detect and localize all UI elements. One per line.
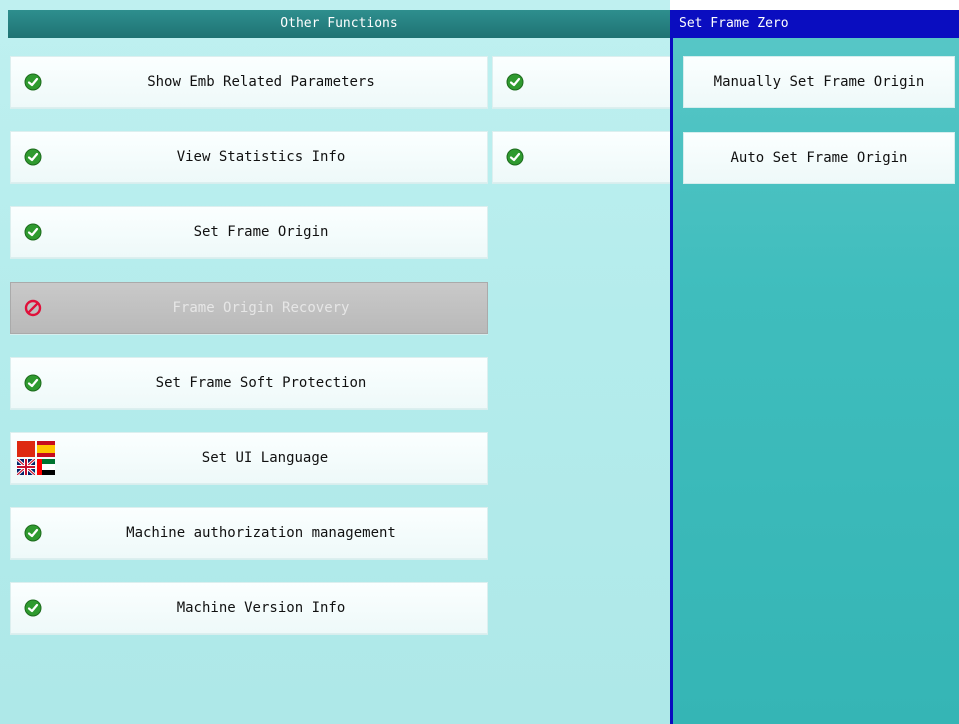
language-flags-icon [17,441,55,475]
panel-title: Set Frame Zero [673,10,959,38]
frame-origin-recovery-button[interactable]: Frame Origin Recovery [10,282,488,334]
button-label: Machine authorization management [126,525,396,541]
button-label: Set UI Language [201,450,329,466]
button-label: View Statistics Info [176,149,346,165]
machine-version-button[interactable]: Machine Version Info [10,582,488,634]
auto-set-frame-origin-button[interactable]: Auto Set Frame Origin [683,132,955,184]
check-icon [19,218,47,246]
second-column-button-1[interactable] [492,56,672,108]
panel-title: Other Functions [8,10,670,38]
machine-authorization-button[interactable]: Machine authorization management [10,507,488,559]
button-label: Set Frame Soft Protection [155,375,367,391]
check-icon [19,369,47,397]
second-column-button-2[interactable] [492,131,672,183]
check-icon [19,143,47,171]
check-icon [19,68,47,96]
prohibited-icon [19,294,47,322]
check-icon [19,519,47,547]
button-label: Show Emb Related Parameters [147,74,375,90]
set-ui-language-button[interactable]: Set UI Language [10,432,488,484]
set-frame-soft-protection-button[interactable]: Set Frame Soft Protection [10,357,488,409]
button-label: Auto Set Frame Origin [730,150,908,166]
check-icon [19,594,47,622]
button-label: Set Frame Origin [193,224,329,240]
show-emb-params-button[interactable]: Show Emb Related Parameters [10,56,488,108]
button-label: Machine Version Info [176,600,346,616]
button-label: Manually Set Frame Origin [713,74,925,90]
set-frame-origin-button[interactable]: Set Frame Origin [10,206,488,258]
check-icon [501,143,529,171]
other-functions-panel: Other Functions Show Emb Related Paramet… [0,0,672,724]
manually-set-frame-origin-button[interactable]: Manually Set Frame Origin [683,56,955,108]
view-statistics-button[interactable]: View Statistics Info [10,131,488,183]
button-label: Frame Origin Recovery [172,300,350,316]
set-frame-zero-panel: Set Frame Zero Manually Set Frame Origin… [670,10,959,724]
check-icon [501,68,529,96]
